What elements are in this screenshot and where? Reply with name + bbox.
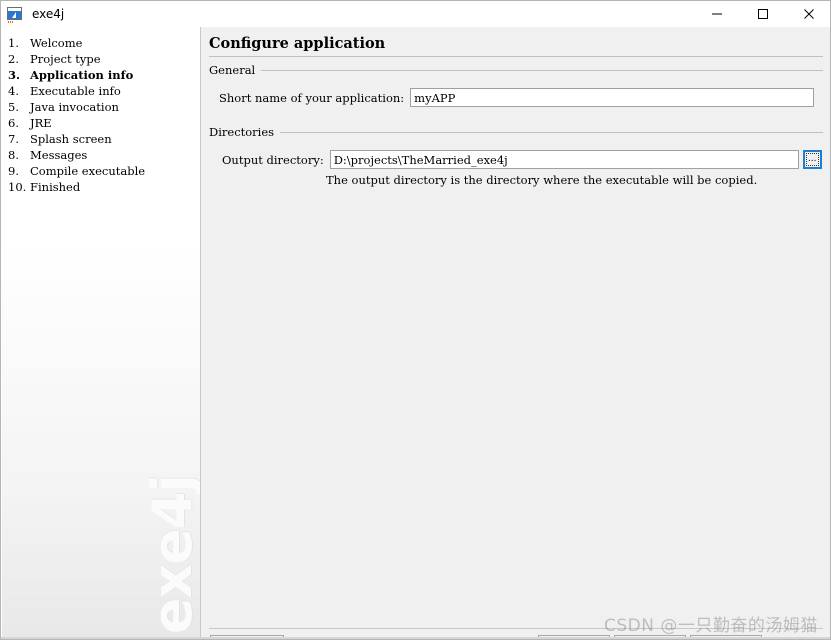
sidebar-item-project-type[interactable]: 2. Project type xyxy=(2,51,200,67)
legend-divider-line xyxy=(280,131,823,133)
sidebar-item-application-info[interactable]: 3. Application info xyxy=(2,67,200,83)
page-title: Configure application xyxy=(209,35,386,52)
directories-group-legend: Directories xyxy=(209,125,823,139)
panel-body: General Short name of your application: … xyxy=(201,61,830,626)
output-directory-label: Output directory: xyxy=(222,152,324,167)
step-label: Application info xyxy=(30,68,134,82)
output-directory-field-row: Output directory: ... xyxy=(222,150,822,169)
output-directory-input[interactable] xyxy=(329,150,799,169)
step-label: Splash screen xyxy=(30,132,112,146)
step-label: Finished xyxy=(30,180,81,194)
footer-divider xyxy=(209,628,823,629)
ellipsis-icon: ... xyxy=(807,154,817,164)
step-number: 2. xyxy=(8,52,19,66)
step-label: Java invocation xyxy=(30,100,119,114)
exe4j-wizard-window: exe4j 1. Welcome 2. Project type 3. Appl… xyxy=(0,0,831,640)
step-number: 5. xyxy=(8,100,19,114)
step-label: Compile executable xyxy=(30,164,146,178)
output-directory-hint: The output directory is the directory wh… xyxy=(326,173,758,187)
sidebar-item-finished[interactable]: 10. Finished xyxy=(2,179,200,195)
title-bar-left: exe4j xyxy=(1,1,694,27)
window-controls xyxy=(694,1,830,27)
main-content-panel: Configure application General Short name… xyxy=(200,27,830,639)
wizard-steps-sidebar: 1. Welcome 2. Project type 3. Applicatio… xyxy=(2,27,200,639)
sidebar-item-compile-executable[interactable]: 9. Compile executable xyxy=(2,163,200,179)
step-label: Messages xyxy=(30,148,88,162)
step-number: 4. xyxy=(8,84,19,98)
step-number: 10. xyxy=(8,180,27,194)
bottom-status-strip xyxy=(1,637,830,639)
wizard-steps-list: 1. Welcome 2. Project type 3. Applicatio… xyxy=(2,27,200,195)
step-number: 6. xyxy=(8,116,19,130)
sidebar-item-welcome[interactable]: 1. Welcome xyxy=(2,35,200,51)
sidebar-item-messages[interactable]: 8. Messages xyxy=(2,147,200,163)
step-number: 9. xyxy=(8,164,19,178)
short-name-input[interactable] xyxy=(410,88,815,107)
general-legend-label: General xyxy=(209,63,262,77)
browse-directory-button[interactable]: ... xyxy=(802,150,822,169)
general-group: General Short name of your application: xyxy=(209,63,823,123)
sidebar-item-splash-screen[interactable]: 7. Splash screen xyxy=(2,131,200,147)
title-bar: exe4j xyxy=(1,1,830,27)
short-name-label: Short name of your application: xyxy=(219,90,405,105)
short-name-field-row: Short name of your application: xyxy=(219,88,815,107)
exe4j-app-icon xyxy=(6,6,24,23)
step-label: Welcome xyxy=(30,36,83,50)
step-number: 8. xyxy=(8,148,19,162)
sidebar-item-jre[interactable]: 6. JRE xyxy=(2,115,200,131)
general-group-legend: General xyxy=(209,63,823,77)
panel-header-divider xyxy=(209,56,823,57)
minimize-icon[interactable] xyxy=(694,1,740,27)
directories-group: Directories Output directory: ... The ou… xyxy=(209,125,823,195)
step-number: 1. xyxy=(8,36,19,50)
close-icon[interactable] xyxy=(786,1,830,27)
window-title: exe4j xyxy=(32,7,65,21)
step-label: Project type xyxy=(30,52,101,66)
maximize-icon[interactable] xyxy=(740,1,786,27)
step-number: 7. xyxy=(8,132,19,146)
sidebar-item-executable-info[interactable]: 4. Executable info xyxy=(2,83,200,99)
exe4j-brand-watermark: exe4j xyxy=(141,474,200,634)
step-label: Executable info xyxy=(30,84,121,98)
panel-header: Configure application xyxy=(201,27,830,52)
step-label: JRE xyxy=(30,116,52,130)
sidebar-item-java-invocation[interactable]: 5. Java invocation xyxy=(2,99,200,115)
step-number: 3. xyxy=(8,68,21,82)
legend-divider-line xyxy=(261,69,823,71)
directories-legend-label: Directories xyxy=(209,125,281,139)
